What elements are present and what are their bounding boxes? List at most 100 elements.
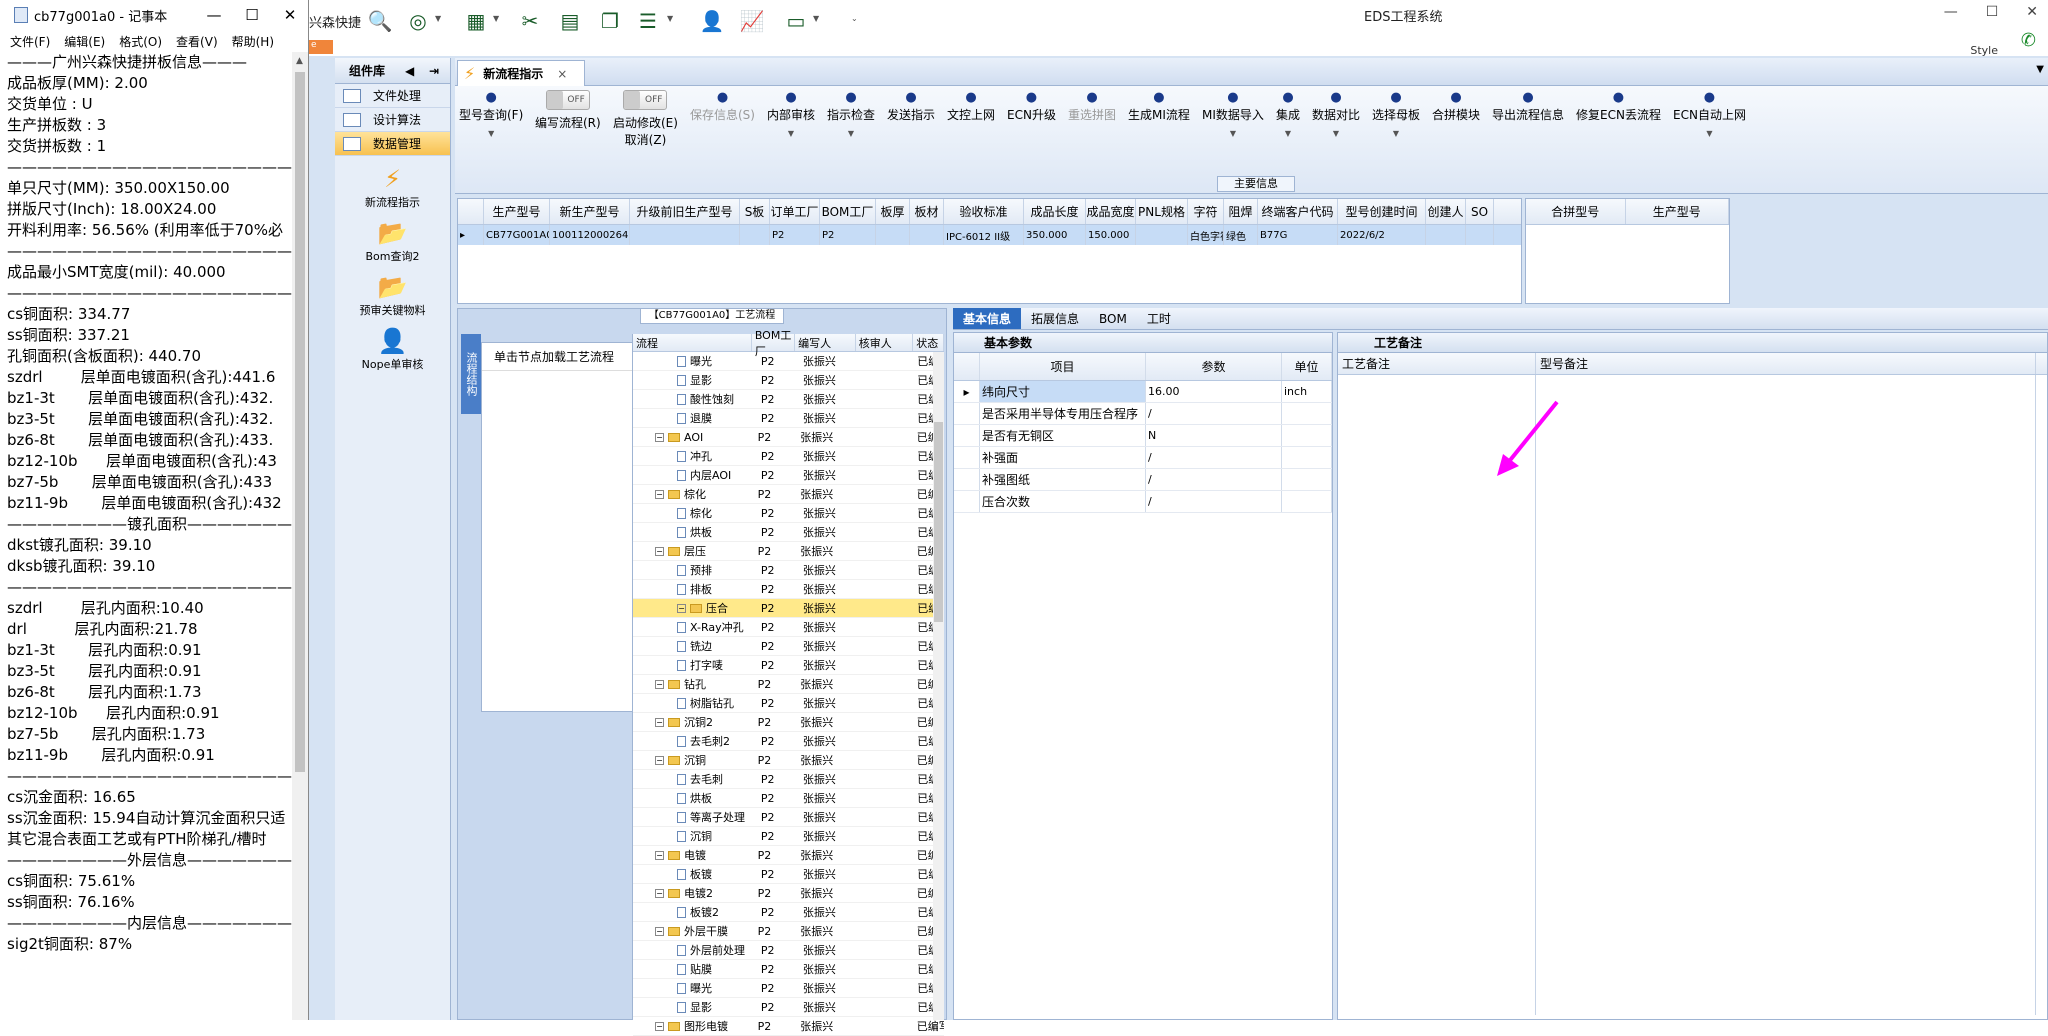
ribbon-button[interactable]: ● ECN升级 bbox=[1007, 90, 1056, 123]
list-icon[interactable]: ☰ bbox=[635, 8, 661, 34]
ribbon-button[interactable]: ● 数据对比 ▼ bbox=[1312, 90, 1360, 138]
collapse-icon[interactable]: − bbox=[655, 926, 664, 936]
column-header[interactable]: BOM工厂 bbox=[820, 199, 876, 224]
tree-row[interactable]: 显影P2张振兴已编写 bbox=[633, 998, 944, 1017]
monitor-icon[interactable]: ▭ bbox=[783, 8, 809, 34]
tree-node[interactable]: 等离子处理 bbox=[633, 808, 758, 826]
tree-node[interactable]: 棕化 bbox=[633, 504, 758, 522]
column-header[interactable]: 升级前旧生产型号 bbox=[630, 199, 740, 224]
grid-cell[interactable]: 350.000 bbox=[1024, 225, 1086, 245]
tree-row[interactable]: 排板P2张振兴已编写 bbox=[633, 580, 944, 599]
scissors-icon[interactable]: ✂ bbox=[517, 8, 543, 34]
tree-row[interactable]: 烘板P2张振兴已编写 bbox=[633, 523, 944, 542]
column-header[interactable]: 型号备注 bbox=[1536, 353, 2036, 374]
column-header[interactable]: 终端客户代码 bbox=[1258, 199, 1338, 224]
grid-cell[interactable]: 10011200026498 bbox=[550, 225, 630, 245]
pin-icon[interactable]: ⇥ bbox=[429, 64, 439, 78]
arrow-left-icon[interactable]: ◀ bbox=[405, 64, 414, 78]
tree-row[interactable]: 铣边P2张振兴已编写 bbox=[633, 637, 944, 656]
tool-new-process[interactable]: ⚡ 新流程指示 bbox=[335, 164, 450, 210]
tree-node[interactable]: 去毛刺 bbox=[633, 770, 758, 788]
column-header[interactable]: 状态 bbox=[913, 334, 944, 351]
tree-node[interactable]: 内层AOI bbox=[633, 466, 758, 484]
param-value-input[interactable]: N bbox=[1146, 425, 1282, 446]
tree-node[interactable]: − 电镀 bbox=[633, 846, 755, 864]
tree-row[interactable]: 贴膜P2张振兴已编写 bbox=[633, 960, 944, 979]
param-row[interactable]: 压合次数 / bbox=[954, 491, 1332, 513]
tree-node[interactable]: 曝光 bbox=[633, 352, 758, 370]
grid-cell[interactable]: B77G bbox=[1258, 225, 1338, 245]
tree-node[interactable]: − 外层干膜 bbox=[633, 922, 755, 940]
tree-node[interactable]: − 沉铜 bbox=[633, 751, 755, 769]
column-header[interactable]: 项目 bbox=[980, 353, 1146, 380]
tree-row[interactable]: 显影P2张振兴已编写 bbox=[633, 371, 944, 390]
tree-node[interactable]: 沉铜 bbox=[633, 827, 758, 845]
tree-scrollbar[interactable] bbox=[933, 352, 944, 1020]
minimize-button[interactable]: — bbox=[1944, 4, 1958, 20]
collapse-icon[interactable]: − bbox=[655, 888, 664, 898]
tree-node[interactable]: 贴膜 bbox=[633, 960, 758, 978]
craft-notes-tab[interactable]: 工艺备注 bbox=[1338, 333, 2047, 353]
nav-item-design[interactable]: 设计算法 bbox=[335, 108, 450, 132]
dropdown-icon[interactable]: ▼ bbox=[1333, 129, 1339, 138]
grid-cell[interactable] bbox=[1426, 225, 1466, 245]
tree-node[interactable]: 退膜 bbox=[633, 409, 758, 427]
scroll-thumb[interactable] bbox=[934, 422, 943, 622]
tree-node[interactable]: − 钻孔 bbox=[633, 675, 755, 693]
ribbon-button[interactable]: ● 导出流程信息 bbox=[1492, 90, 1564, 123]
tree-node[interactable]: − 电镀2 bbox=[633, 884, 755, 902]
tree-row[interactable]: −外层干膜P2张振兴已编写 bbox=[633, 922, 944, 941]
column-header[interactable]: 合拼型号 bbox=[1526, 199, 1626, 224]
toggle-switch[interactable]: OFF bbox=[545, 90, 590, 110]
param-value-input[interactable]: / bbox=[1146, 447, 1282, 468]
column-header[interactable]: 订单工厂 bbox=[770, 199, 820, 224]
grid-cell[interactable]: 2022/6/2 bbox=[1338, 225, 1426, 245]
param-row[interactable]: 是否有无铜区 N bbox=[954, 425, 1332, 447]
tree-node[interactable]: 去毛刺2 bbox=[633, 732, 758, 750]
tree-node[interactable]: 酸性蚀刻 bbox=[633, 390, 758, 408]
ribbon-button[interactable]: ● 集成 ▼ bbox=[1276, 90, 1300, 138]
tree-node[interactable]: 树脂钻孔 bbox=[633, 694, 758, 712]
orange-tab[interactable]: e bbox=[309, 40, 333, 54]
column-header[interactable]: 阻焊 bbox=[1224, 199, 1258, 224]
style-dropdown[interactable]: Style bbox=[1970, 44, 1998, 57]
craft-notes-body[interactable] bbox=[1338, 375, 2047, 1015]
collapse-icon[interactable]: − bbox=[655, 679, 664, 689]
grid-cell[interactable] bbox=[740, 225, 770, 245]
tree-row[interactable]: 曝光P2张振兴已编写 bbox=[633, 352, 944, 371]
column-header[interactable]: 成品长度 bbox=[1024, 199, 1086, 224]
model-grid[interactable]: 生产型号 新生产型号 升级前旧生产型号 S板 订单工厂 BOM工厂 板厚 板材 验收标准 成品长度… bbox=[457, 198, 1522, 304]
grid-cell[interactable]: CB77G001A0 bbox=[484, 225, 550, 245]
tree-node[interactable]: 预排 bbox=[633, 561, 758, 579]
tree-node[interactable]: 排板 bbox=[633, 580, 758, 598]
column-header[interactable]: 流程 bbox=[633, 334, 752, 351]
tool-precheck[interactable]: 📂 预审关键物料 bbox=[335, 272, 450, 318]
ribbon-button[interactable]: ● 修复ECN丢流程 bbox=[1576, 90, 1661, 123]
ribbon-button[interactable]: ● 型号查询(F) ▼ bbox=[459, 90, 523, 138]
menu-format[interactable]: 格式(O) bbox=[119, 33, 162, 50]
dropdown-icon[interactable]: ▼ bbox=[788, 129, 794, 138]
more-icon[interactable]: ⌄ bbox=[851, 14, 858, 23]
tree-node[interactable]: − 沉铜2 bbox=[633, 713, 755, 731]
column-header[interactable]: 验收标准 bbox=[944, 199, 1024, 224]
column-header[interactable]: S板 bbox=[740, 199, 770, 224]
tree-row[interactable]: 烘板P2张振兴已编写 bbox=[633, 789, 944, 808]
ribbon-button[interactable]: ● 发送指示 bbox=[887, 90, 935, 123]
grid-cell[interactable]: 150.000 bbox=[1086, 225, 1136, 245]
notepad-text-area[interactable]: ———广州兴森快捷拼板信息——— 成品板厚(MM): 2.00 交货单位 : U 生产… bbox=[0, 52, 292, 1020]
user-icon[interactable]: 👤 bbox=[699, 8, 725, 34]
tree-row[interactable]: 冲孔P2张振兴已编写 bbox=[633, 447, 944, 466]
table-row[interactable]: ▸CB77G001A010011200026498 P2P2 IPC-6012 II… bbox=[458, 225, 1521, 245]
tool-bom-query[interactable]: 📂 Bom查询2 bbox=[335, 218, 450, 264]
tree-node[interactable]: 显影 bbox=[633, 998, 758, 1016]
process-tree[interactable]: 流程BOM工厂编写人核审人状态 曝光P2张振兴已编写显影P2张振兴已编写酸性蚀刻… bbox=[632, 329, 944, 1036]
dropdown-icon[interactable]: ▼ bbox=[1230, 129, 1236, 138]
column-header[interactable]: 字符 bbox=[1188, 199, 1224, 224]
tree-row[interactable]: 棕化P2张振兴已编写 bbox=[633, 504, 944, 523]
menu-view[interactable]: 查看(V) bbox=[176, 33, 218, 50]
process-structure-tab[interactable]: 流程结构 bbox=[461, 334, 481, 414]
dropdown-icon[interactable]: ▼ bbox=[493, 14, 499, 23]
collapse-icon[interactable]: − bbox=[655, 546, 664, 556]
tree-row[interactable]: 树脂钻孔P2张振兴已编写 bbox=[633, 694, 944, 713]
tree-row[interactable]: −钻孔P2张振兴已编写 bbox=[633, 675, 944, 694]
